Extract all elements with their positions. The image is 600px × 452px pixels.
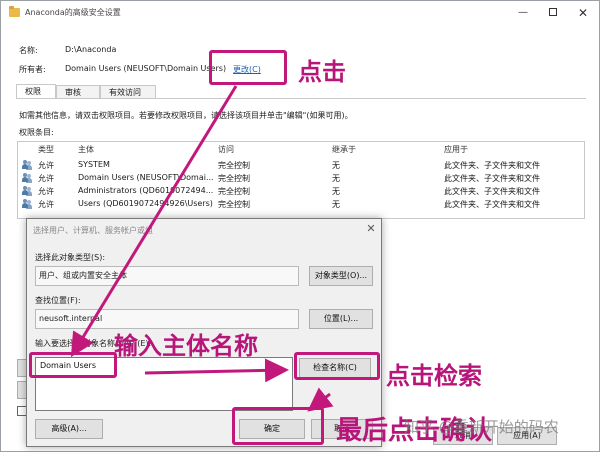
close-window-button[interactable]: ✕ xyxy=(571,5,595,21)
row-access: 完全控制 xyxy=(218,200,250,209)
annotation-click: 点击 xyxy=(298,58,346,86)
highlight-change-link xyxy=(209,50,287,85)
object-type-label: 选择此对象类型(S): xyxy=(35,253,106,262)
tab-effective-access[interactable]: 有效访问 xyxy=(100,85,156,99)
table-row[interactable]: 允许 Administrators (QD6019072494... 完全控制 … xyxy=(18,185,584,198)
row-applies-to: 此文件夹、子文件夹和文件 xyxy=(444,161,540,170)
row-type: 允许 xyxy=(38,187,54,196)
row-inherited-from: 无 xyxy=(332,200,340,209)
watermark: 知乎 @重新开始的码农 xyxy=(404,418,559,436)
folder-icon xyxy=(9,6,20,17)
permission-entries-table: 类型 主体 访问 继承于 应用于 允许 SYSTEM 完全控制 无 此文件夹、子… xyxy=(17,141,585,219)
location-label: 查找位置(F): xyxy=(35,296,81,305)
row-applies-to: 此文件夹、子文件夹和文件 xyxy=(444,200,540,209)
row-inherited-from: 无 xyxy=(332,187,340,196)
row-principal: Domain Users (NEUSOFT\Domai... xyxy=(78,173,214,182)
row-access: 完全控制 xyxy=(218,187,250,196)
row-access: 完全控制 xyxy=(218,174,250,183)
table-row[interactable]: 允许 Users (QD6019072494926\Users) 完全控制 无 … xyxy=(18,198,584,211)
table-row[interactable]: 允许 SYSTEM 完全控制 无 此文件夹、子文件夹和文件 xyxy=(18,159,584,172)
minimize-button[interactable]: — xyxy=(511,5,535,21)
annotation-enter-name: 输入主体名称 xyxy=(114,332,258,360)
owner-value: Domain Users (NEUSOFT\Domain Users) xyxy=(65,64,227,73)
location-button[interactable]: 位置(L)... xyxy=(309,309,373,329)
row-type: 允许 xyxy=(38,161,54,170)
advanced-button[interactable]: 高级(A)... xyxy=(35,419,103,439)
col-header-access: 访问 xyxy=(218,145,234,154)
col-header-inherited-from: 继承于 xyxy=(332,145,356,154)
object-type-field: 用户、组或内置安全主体 xyxy=(35,266,299,286)
tab-permissions[interactable]: 权限 xyxy=(16,84,56,99)
users-icon xyxy=(22,173,32,183)
maximize-icon xyxy=(549,8,557,16)
row-inherited-from: 无 xyxy=(332,174,340,183)
object-type-button[interactable]: 对象类型(O)... xyxy=(309,266,373,286)
table-row[interactable]: 允许 Domain Users (NEUSOFT\Domai... 完全控制 无… xyxy=(18,172,584,185)
highlight-check-names xyxy=(294,352,380,380)
row-applies-to: 此文件夹、子文件夹和文件 xyxy=(444,174,540,183)
tab-divider xyxy=(16,98,586,99)
entries-label: 权限条目: xyxy=(19,128,54,137)
dialog-close-button[interactable]: ✕ xyxy=(363,222,379,236)
owner-label: 所有者: xyxy=(19,65,46,74)
users-icon xyxy=(22,186,32,196)
users-icon xyxy=(22,160,32,170)
name-value: D:\Anaconda xyxy=(65,45,117,54)
highlight-names-input xyxy=(29,352,117,378)
users-icon xyxy=(22,199,32,209)
info-text: 如需其他信息，请双击权限项目。若要修改权限项目，请选择该项目并单击"编辑"(如果… xyxy=(19,111,353,120)
annotation-click-check: 点击检索 xyxy=(386,362,482,390)
maximize-button[interactable] xyxy=(541,5,565,21)
row-principal: Users (QD6019072494926\Users) xyxy=(78,199,213,208)
row-inherited-from: 无 xyxy=(332,161,340,170)
col-header-type: 类型 xyxy=(38,145,54,154)
row-type: 允许 xyxy=(38,200,54,209)
window-title: Anaconda的高级安全设置 xyxy=(25,8,121,17)
title-bar: Anaconda的高级安全设置 — ✕ xyxy=(1,1,599,25)
row-applies-to: 此文件夹、子文件夹和文件 xyxy=(444,187,540,196)
dialog-title: 选择用户、计算机、服务帐户或组 xyxy=(33,226,153,235)
col-header-applies-to: 应用于 xyxy=(444,145,468,154)
highlight-ok-button xyxy=(232,407,324,445)
row-type: 允许 xyxy=(38,174,54,183)
name-label: 名称: xyxy=(19,46,38,55)
col-header-principal: 主体 xyxy=(78,145,94,154)
row-access: 完全控制 xyxy=(218,161,250,170)
tab-auditing[interactable]: 审核 xyxy=(56,85,100,99)
row-principal: SYSTEM xyxy=(78,160,110,169)
row-principal: Administrators (QD6019072494... xyxy=(78,186,214,195)
